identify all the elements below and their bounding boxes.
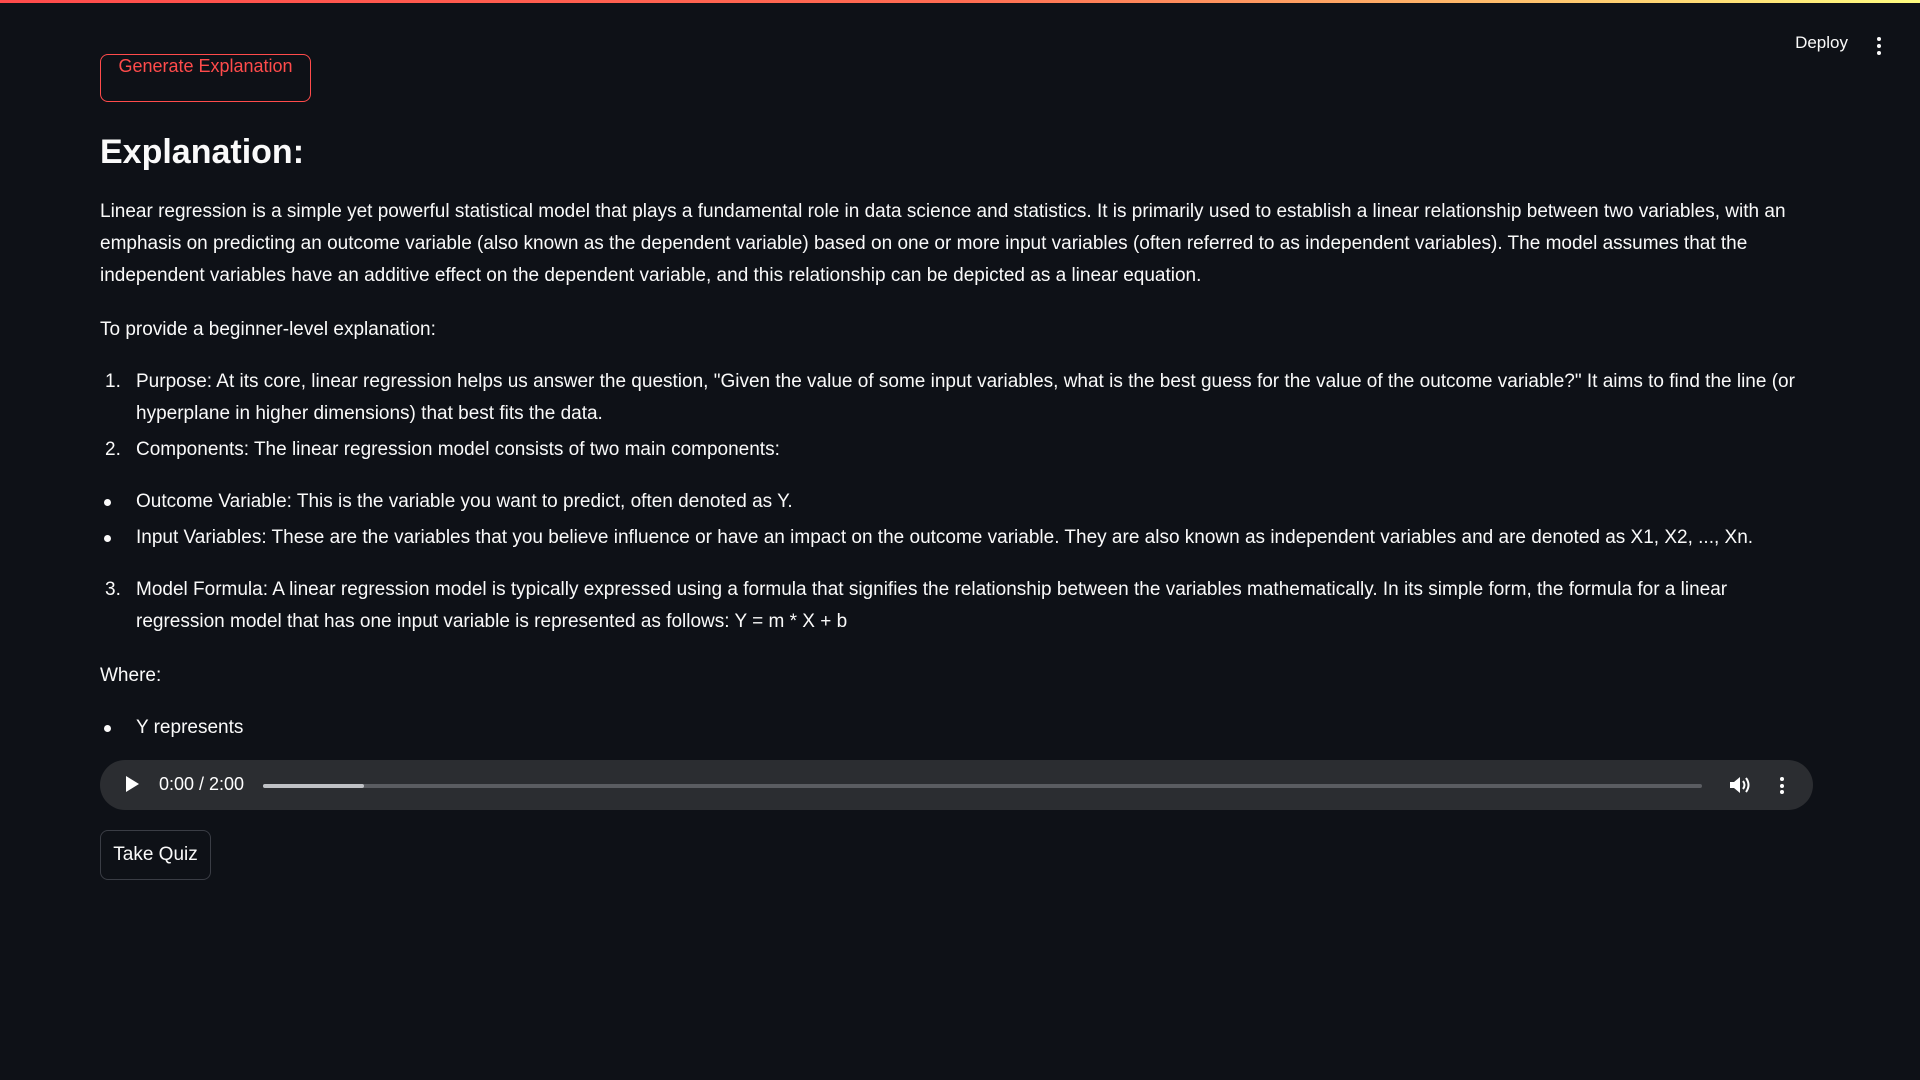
list-item: Y represents <box>100 712 1814 744</box>
bullet-list: Input Variables: These are the variables… <box>100 522 1814 554</box>
page-title: Explanation: <box>100 133 305 171</box>
bullet-icon <box>104 725 111 732</box>
ordered-list-1: 1. Purpose: At its core, linear regressi… <box>100 366 1814 430</box>
list-item-text: Outcome Variable: This is the variable y… <box>136 491 793 512</box>
list-item-text: Components: The linear regression model … <box>136 439 780 460</box>
list-item-text: Purpose: At its core, linear regression … <box>136 371 1795 424</box>
audio-time: 0:00 / 2:00 <box>159 774 245 794</box>
generate-explanation-button[interactable]: Generate Explanation <box>100 54 311 102</box>
where-label: Where: <box>100 665 162 686</box>
bullet-icon <box>104 535 111 542</box>
generate-explanation-label: Generate Explanation <box>118 56 293 76</box>
list-item: Input Variables: These are the variables… <box>100 522 1814 554</box>
kebab-menu-icon[interactable] <box>1876 37 1882 55</box>
audio-menu-icon[interactable] <box>1779 777 1784 794</box>
list-number: 1. <box>105 371 121 392</box>
list-item-text: Model Formula: A linear regression model… <box>136 579 1728 632</box>
bullet-list: Outcome Variable: This is the variable y… <box>100 486 1814 518</box>
audio-buffered-range <box>263 784 364 788</box>
list-item-text: Y represents <box>136 717 244 738</box>
subintro-paragraph: To provide a beginner-level explanation: <box>100 319 436 340</box>
list-item-text: Input Variables: These are the variables… <box>136 527 1754 548</box>
list-item: Outcome Variable: This is the variable y… <box>100 486 1814 518</box>
volume-icon[interactable] <box>1728 774 1752 796</box>
list-number: 3. <box>105 579 121 600</box>
list-item: 3. Model Formula: A linear regression mo… <box>100 574 1814 638</box>
intro-paragraph: Linear regression is a simple yet powerf… <box>100 201 1786 286</box>
list-item: 2. Components: The linear regression mod… <box>100 434 1814 466</box>
list-number: 2. <box>105 439 121 460</box>
ordered-list-3: 3. Model Formula: A linear regression mo… <box>100 574 1814 638</box>
deploy-button[interactable]: Deploy <box>1795 33 1848 53</box>
ordered-list-2: 2. Components: The linear regression mod… <box>100 434 1814 466</box>
list-item: 1. Purpose: At its core, linear regressi… <box>100 366 1814 430</box>
take-quiz-button[interactable]: Take Quiz <box>100 830 211 880</box>
audio-player: 0:00 / 2:00 <box>100 760 1813 810</box>
bullet-icon <box>104 499 111 506</box>
app-header: Deploy <box>0 3 1920 61</box>
audio-seek-bar[interactable] <box>263 784 1702 788</box>
bullet-list: Y represents <box>100 712 1814 744</box>
play-icon[interactable] <box>126 776 139 792</box>
